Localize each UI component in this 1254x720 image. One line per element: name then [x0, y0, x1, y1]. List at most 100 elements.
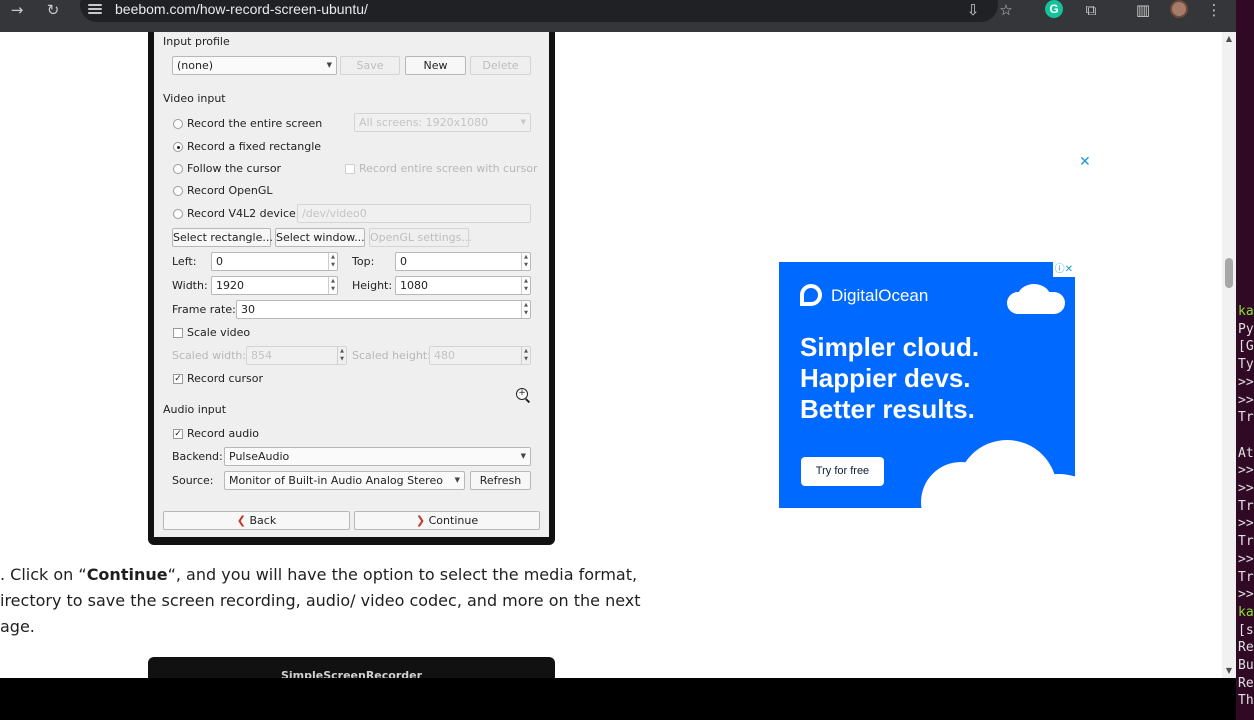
spin-arrows-icon[interactable]: ▲ ▼ [328, 277, 337, 294]
radio-entire-screen-label[interactable]: Record the entire screen [187, 117, 322, 130]
article-line: irectory to save the screen recording, a… [0, 591, 641, 610]
ad-info-icon[interactable]: ⓘ [1055, 264, 1065, 275]
source-select[interactable]: Monitor of Built-in Audio Analog Stereo … [224, 471, 465, 490]
radio-opengl-label[interactable]: Record OpenGL [187, 184, 273, 197]
left-spinbox[interactable]: 0 ▲ ▼ [211, 252, 338, 271]
radio-follow-cursor-label[interactable]: Follow the cursor [187, 162, 281, 175]
scroll-down-icon[interactable]: ▼ [1224, 666, 1234, 676]
record-entire-with-cursor-checkbox[interactable] [345, 164, 355, 174]
scaled-width-spinbox[interactable]: 854 ▲ ▼ [246, 346, 347, 365]
terminal-window-edge: ka Py [G Ty >> >> Tr At >> >> Tr >> Tr >> Tr >> ka [s Re Bu… [1236, 0, 1254, 720]
profile-new-button[interactable]: New [405, 56, 466, 75]
frame-rate-spinbox[interactable]: 30 ▲ ▼ [236, 300, 531, 319]
terminal-line: At [1238, 445, 1254, 461]
frame-rate-value: 30 [241, 303, 255, 316]
radio-opengl[interactable] [173, 186, 183, 196]
spin-arrows-icon[interactable]: ▲ ▼ [328, 253, 337, 270]
select-window-button[interactable]: Select window... [275, 228, 365, 247]
ad-headline-line: Happier devs. [800, 363, 971, 393]
record-cursor-checkbox[interactable]: ✓ [173, 374, 183, 384]
scaled-height-spinbox[interactable]: 480 ▲ ▼ [429, 346, 531, 365]
terminal-line: >> [1238, 516, 1254, 532]
spin-arrows-icon[interactable]: ▲ ▼ [521, 347, 530, 364]
digitalocean-ad[interactable]: ⓘ✕ DigitalOcean Simpler cloud. Happier d… [779, 262, 1075, 508]
video-input-heading: Video input [163, 92, 226, 105]
article-bold-text: Continue [86, 565, 168, 584]
terminal-line: Tr [1238, 534, 1254, 550]
left-label: Left: [172, 255, 197, 268]
chevron-down-icon: ▼ [326, 61, 332, 69]
radio-follow-cursor[interactable] [173, 164, 183, 174]
terminal-line: Tr [1238, 498, 1254, 514]
spin-arrows-icon[interactable]: ▲ ▼ [521, 253, 530, 270]
ad-badges[interactable]: ⓘ✕ [1052, 262, 1075, 277]
cloud-icon [1017, 284, 1051, 312]
source-select-value: Monitor of Built-in Audio Analog Stereo [229, 474, 443, 487]
reload-icon[interactable]: ↻ [42, 0, 64, 20]
screens-select[interactable]: All screens: 1920x1080 ▼ [354, 113, 531, 132]
spin-arrows-icon[interactable]: ▲ ▼ [521, 277, 530, 294]
backend-select[interactable]: PulseAudio ▼ [224, 447, 531, 466]
radio-fixed-rectangle-label[interactable]: Record a fixed rectangle [187, 140, 321, 153]
profile-select[interactable]: (none) ▼ [172, 56, 337, 75]
scale-video-label[interactable]: Scale video [187, 326, 250, 339]
ad-close-icon[interactable]: ✕ [1079, 154, 1091, 170]
height-label: Height: [352, 279, 393, 292]
terminal-line: [G [1238, 339, 1254, 355]
v4l2-device-field[interactable]: /dev/video0 [297, 204, 531, 223]
article-text: “, and you will have the option to selec… [167, 565, 638, 584]
grammarly-extension-icon[interactable]: G [1045, 0, 1063, 18]
digitalocean-logo-icon [800, 284, 822, 306]
height-spinbox[interactable]: 1080 ▲ ▼ [395, 276, 531, 295]
ad-badge-close-icon[interactable]: ✕ [1065, 264, 1073, 275]
article-body: . Click on “Continue“, and you will have… [0, 562, 720, 640]
width-label: Width: [172, 279, 208, 292]
height-value: 1080 [400, 279, 428, 292]
screen-bottom-bar [0, 678, 1236, 720]
article-line: age. [0, 617, 35, 636]
site-settings-icon[interactable] [88, 2, 102, 16]
record-audio-checkbox[interactable]: ✓ [173, 429, 183, 439]
opengl-settings-button[interactable]: OpenGL settings... [369, 228, 472, 247]
extensions-puzzle-icon[interactable]: ⧉ [1080, 0, 1102, 20]
page-viewport: Input profile (none) ▼ Save New Delete V… [0, 32, 1222, 678]
refresh-button[interactable]: Refresh [470, 471, 531, 490]
browser-toolbar: → ↻ beebom.com/how-record-screen-ubuntu/… [0, 0, 1254, 32]
spin-arrows-icon[interactable]: ▲ ▼ [337, 347, 346, 364]
select-rectangle-button[interactable]: Select rectangle... [172, 228, 273, 247]
terminal-line: >> [1238, 374, 1254, 390]
bookmark-star-icon[interactable]: ☆ [995, 0, 1017, 20]
terminal-line: >> [1238, 551, 1254, 567]
radio-v4l2[interactable] [173, 209, 183, 219]
scale-video-checkbox[interactable] [173, 328, 183, 338]
record-audio-label[interactable]: Record audio [187, 427, 259, 440]
page-scrollbar[interactable]: ▲ ▼ [1222, 32, 1236, 678]
terminal-line: Th [1238, 693, 1254, 709]
radio-entire-screen[interactable] [173, 119, 183, 129]
record-cursor-label[interactable]: Record cursor [187, 372, 263, 385]
terminal-line: ka [1238, 604, 1254, 620]
spin-arrows-icon[interactable]: ▲ ▼ [521, 301, 530, 318]
chevron-down-icon: ▼ [454, 476, 460, 484]
terminal-line: Bu [1238, 658, 1254, 673]
profile-delete-button[interactable]: Delete [470, 56, 531, 75]
back-button[interactable]: ❮ Back [163, 511, 350, 530]
install-app-icon[interactable]: ⇩ [962, 0, 984, 20]
ad-headline-line: Better results. [800, 394, 975, 424]
radio-v4l2-label[interactable]: Record V4L2 device [187, 207, 296, 220]
url-text[interactable]: beebom.com/how-record-screen-ubuntu/ [115, 0, 368, 20]
menu-kebab-icon[interactable]: ⋮ [1203, 0, 1225, 20]
radio-fixed-rectangle[interactable] [173, 142, 183, 152]
profile-save-button[interactable]: Save [340, 56, 400, 75]
scroll-up-icon[interactable]: ▲ [1224, 34, 1234, 44]
try-for-free-button[interactable]: Try for free [801, 457, 884, 486]
ad-brand: DigitalOcean [831, 286, 929, 305]
ad-headline: Simpler cloud. Happier devs. Better resu… [800, 332, 979, 425]
profile-avatar[interactable] [1170, 0, 1188, 18]
side-panel-icon[interactable]: ▥ [1132, 0, 1154, 20]
top-spinbox[interactable]: 0 ▲ ▼ [395, 252, 531, 271]
continue-button[interactable]: ❯ Continue [354, 511, 540, 530]
width-spinbox[interactable]: 1920 ▲ ▼ [211, 276, 338, 295]
forward-icon[interactable]: → [6, 0, 28, 20]
scroll-thumb[interactable] [1225, 258, 1233, 288]
